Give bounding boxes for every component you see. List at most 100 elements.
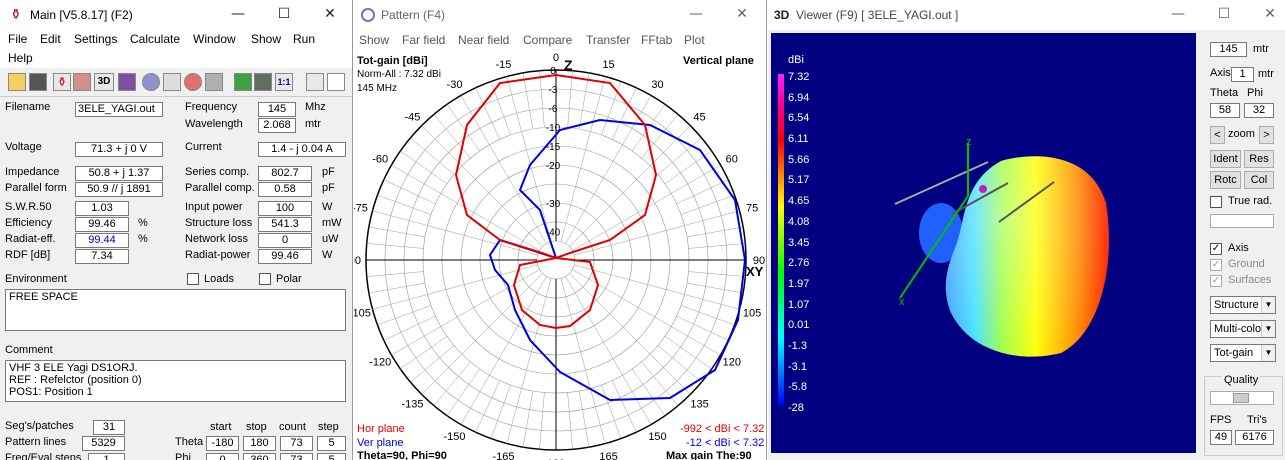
filename-field[interactable]: 3ELE_YAGI.out — [75, 102, 163, 117]
phi-count[interactable]: 73 — [280, 453, 313, 460]
pattern-icon[interactable] — [142, 73, 160, 91]
axis-checkbox[interactable]: ✓ — [1210, 243, 1222, 255]
menu-run[interactable]: Run — [293, 32, 315, 46]
structure-select[interactable]: Structure ▼ — [1210, 296, 1276, 314]
stop-icon[interactable] — [184, 73, 202, 91]
frequency-field[interactable]: 145 — [258, 102, 296, 117]
gain-select[interactable]: Tot-gain ▼ — [1210, 344, 1276, 362]
phi-step[interactable]: 5 — [317, 453, 346, 460]
true-rad-checkbox[interactable] — [1210, 196, 1222, 208]
close-button[interactable]: ✕ — [318, 3, 342, 25]
grid-spoke — [560, 278, 606, 444]
series-comp-unit: pF — [322, 166, 335, 178]
tools-icon[interactable] — [205, 73, 223, 91]
calc-icon[interactable] — [73, 73, 91, 91]
book-icon[interactable] — [306, 73, 324, 91]
menu-edit[interactable]: Edit — [40, 32, 61, 46]
edit-icon[interactable] — [118, 73, 136, 91]
grid-spoke — [368, 282, 426, 294]
ident-button[interactable]: Ident — [1210, 150, 1241, 168]
minimize-button[interactable]: — — [226, 3, 250, 25]
viewer-minimize-button[interactable]: — — [1166, 3, 1190, 25]
ground-checkbox[interactable]: ✓ — [1210, 259, 1222, 271]
menu-window[interactable]: Window — [193, 32, 236, 46]
ratio-icon[interactable]: 1:1 — [275, 73, 293, 91]
wavelength-field: 2.068 — [258, 118, 296, 133]
menu-calculate[interactable]: Calculate — [130, 32, 180, 46]
doc-icon[interactable] — [327, 73, 345, 91]
filename-label: Filename — [5, 101, 51, 113]
res-button[interactable]: Res — [1244, 150, 1274, 168]
network-loss-field: 0 — [258, 233, 312, 248]
network-loss-unit: uW — [322, 233, 339, 245]
true-rad-slider[interactable] — [1210, 214, 1274, 228]
elements-field[interactable]: 145 — [1210, 42, 1247, 57]
phi-field[interactable]: 32 — [1244, 103, 1274, 118]
chevron-down-icon: ▼ — [1261, 321, 1275, 337]
grid-spoke — [632, 368, 666, 416]
freq-eval-field[interactable]: 1 — [88, 453, 125, 460]
menu-show[interactable]: Show — [251, 32, 281, 46]
table-icon[interactable] — [234, 73, 252, 91]
menu-help[interactable]: Help — [8, 51, 33, 65]
open-icon[interactable] — [8, 73, 26, 91]
maximize-button[interactable]: ☐ — [272, 3, 296, 25]
theta-field[interactable]: 58 — [1210, 103, 1240, 118]
theta-stop[interactable]: 180 — [243, 436, 276, 451]
theta-start[interactable]: -180 — [206, 436, 239, 451]
grid-spoke — [366, 243, 424, 249]
angle-label: -120 — [369, 357, 391, 369]
db-label: -6 — [549, 104, 558, 115]
viewer-canvas[interactable]: dBi 7.32 6.94 6.54 6.11 5.66 5.17 4.65 4.08 3.45… — [771, 33, 1196, 453]
radiation-3d: z x — [894, 136, 1109, 357]
radiat-power-label: Radiat-power — [185, 249, 251, 261]
efficiency-field: 99.46 — [75, 217, 129, 232]
comment-line: REF : Refelctor (position 0) — [9, 374, 142, 386]
xy-axis-label: XY — [746, 264, 764, 279]
quality-slider-thumb[interactable] — [1233, 393, 1249, 403]
ver-plane-label: Ver plane — [357, 437, 404, 449]
grid-icon[interactable] — [254, 73, 272, 91]
theta-count[interactable]: 73 — [280, 436, 313, 451]
voltage-label: Voltage — [5, 141, 42, 153]
polar-db-labels: 0-3-6-10-15-20-30-40 — [546, 66, 561, 239]
axis-unit: mtr — [1258, 68, 1274, 80]
environment-box[interactable]: FREE SPACE — [5, 289, 346, 331]
rotc-button[interactable]: Rotc — [1210, 171, 1241, 189]
zoom-right-button[interactable]: > — [1259, 126, 1274, 144]
environment-label: Environment — [5, 273, 67, 285]
polar-checkbox[interactable] — [259, 273, 271, 285]
current-field: 1.4 - j 0.04 A — [258, 142, 346, 157]
menu-file[interactable]: File — [8, 32, 27, 46]
quality-slider[interactable] — [1210, 391, 1274, 405]
ground-label: Ground — [1228, 258, 1265, 270]
environment-text: FREE SPACE — [9, 291, 78, 303]
grid-spoke — [569, 125, 691, 247]
mesh-icon[interactable] — [163, 73, 181, 91]
loads-checkbox[interactable] — [187, 273, 199, 285]
surfaces-checkbox[interactable]: ✓ — [1210, 275, 1222, 287]
comment-box[interactable]: VHF 3 ELE Yagi DS1ORJ. REF : Refelctor (… — [5, 360, 346, 402]
radiat-power-unit: W — [322, 249, 333, 261]
viewer-close-button[interactable]: ✕ — [1258, 3, 1282, 25]
3d-icon[interactable]: 3D — [94, 73, 114, 91]
input-power-field[interactable]: 100 — [258, 201, 312, 216]
viewer-maximize-button[interactable]: ☐ — [1212, 3, 1236, 25]
grid-spoke — [506, 76, 552, 242]
menu-settings[interactable]: Settings — [74, 32, 117, 46]
hor-range: -992 < dBi < 7.32 — [680, 423, 765, 435]
divider — [0, 96, 352, 97]
save-icon[interactable] — [29, 73, 47, 91]
antenna-icon[interactable]: ⚱ — [53, 73, 71, 91]
axis-field[interactable]: 1 — [1231, 67, 1254, 82]
zoom-left-button[interactable]: < — [1210, 126, 1225, 144]
surfaces-label: Surfaces — [1228, 274, 1272, 286]
phi-stop[interactable]: 360 — [243, 453, 276, 460]
angle-label: 0 — [553, 52, 559, 64]
angle-label: -30 — [447, 79, 463, 91]
col-button[interactable]: Col — [1244, 171, 1274, 189]
phi-start[interactable]: 0 — [206, 453, 239, 460]
radiat-eff-field: 99.44 — [75, 233, 129, 248]
theta-step[interactable]: 5 — [317, 436, 346, 451]
colour-select[interactable]: Multi-colo ▼ — [1210, 320, 1276, 338]
